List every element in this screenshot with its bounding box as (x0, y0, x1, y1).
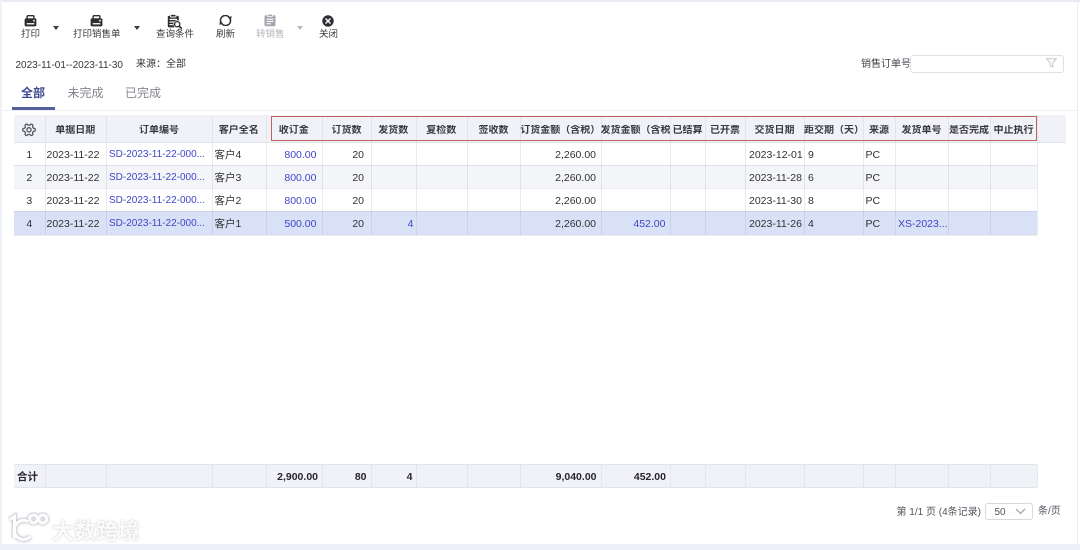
svg-text:大数跨境: 大数跨境 (52, 519, 140, 544)
